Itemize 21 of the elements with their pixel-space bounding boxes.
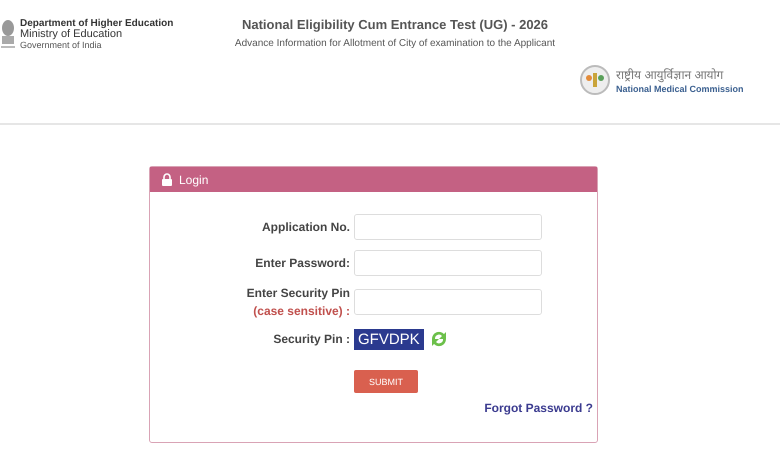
input-field[interactable] xyxy=(354,250,542,276)
commission-name-hindi: राष्ट्रीय आयुर्विज्ञान आयोग xyxy=(616,67,725,83)
lock-icon xyxy=(162,173,172,186)
ministry-name: Ministry of Education xyxy=(20,29,124,40)
field-label: Enter Password: xyxy=(254,256,350,270)
input-field[interactable] xyxy=(354,214,542,240)
field-label: Application No. xyxy=(261,220,350,234)
page-subtitle: Advance Information for Allotment of City of examination to the Applicant xyxy=(234,38,556,49)
government-name: Government of India xyxy=(20,40,103,51)
input-field[interactable] xyxy=(354,289,542,315)
panel-title: Login xyxy=(179,172,208,186)
forgot-password-link[interactable]: Forgot Password ? xyxy=(484,401,593,415)
department-name: Department of Higher Education xyxy=(20,18,174,29)
submit-button[interactable]: SUBMIT xyxy=(354,370,418,393)
commission-name: National Medical Commission xyxy=(616,84,744,94)
field-label: Enter Security Pin xyxy=(246,286,350,300)
field-note: (case sensitive) : xyxy=(253,304,350,318)
captcha-label: Security Pin : xyxy=(272,332,350,346)
commission-logo-icon xyxy=(580,64,610,96)
page-title: National Eligibility Cum Entrance Test (UG) - 2026 xyxy=(242,17,548,32)
captcha-image: GFVDPK xyxy=(354,328,424,350)
